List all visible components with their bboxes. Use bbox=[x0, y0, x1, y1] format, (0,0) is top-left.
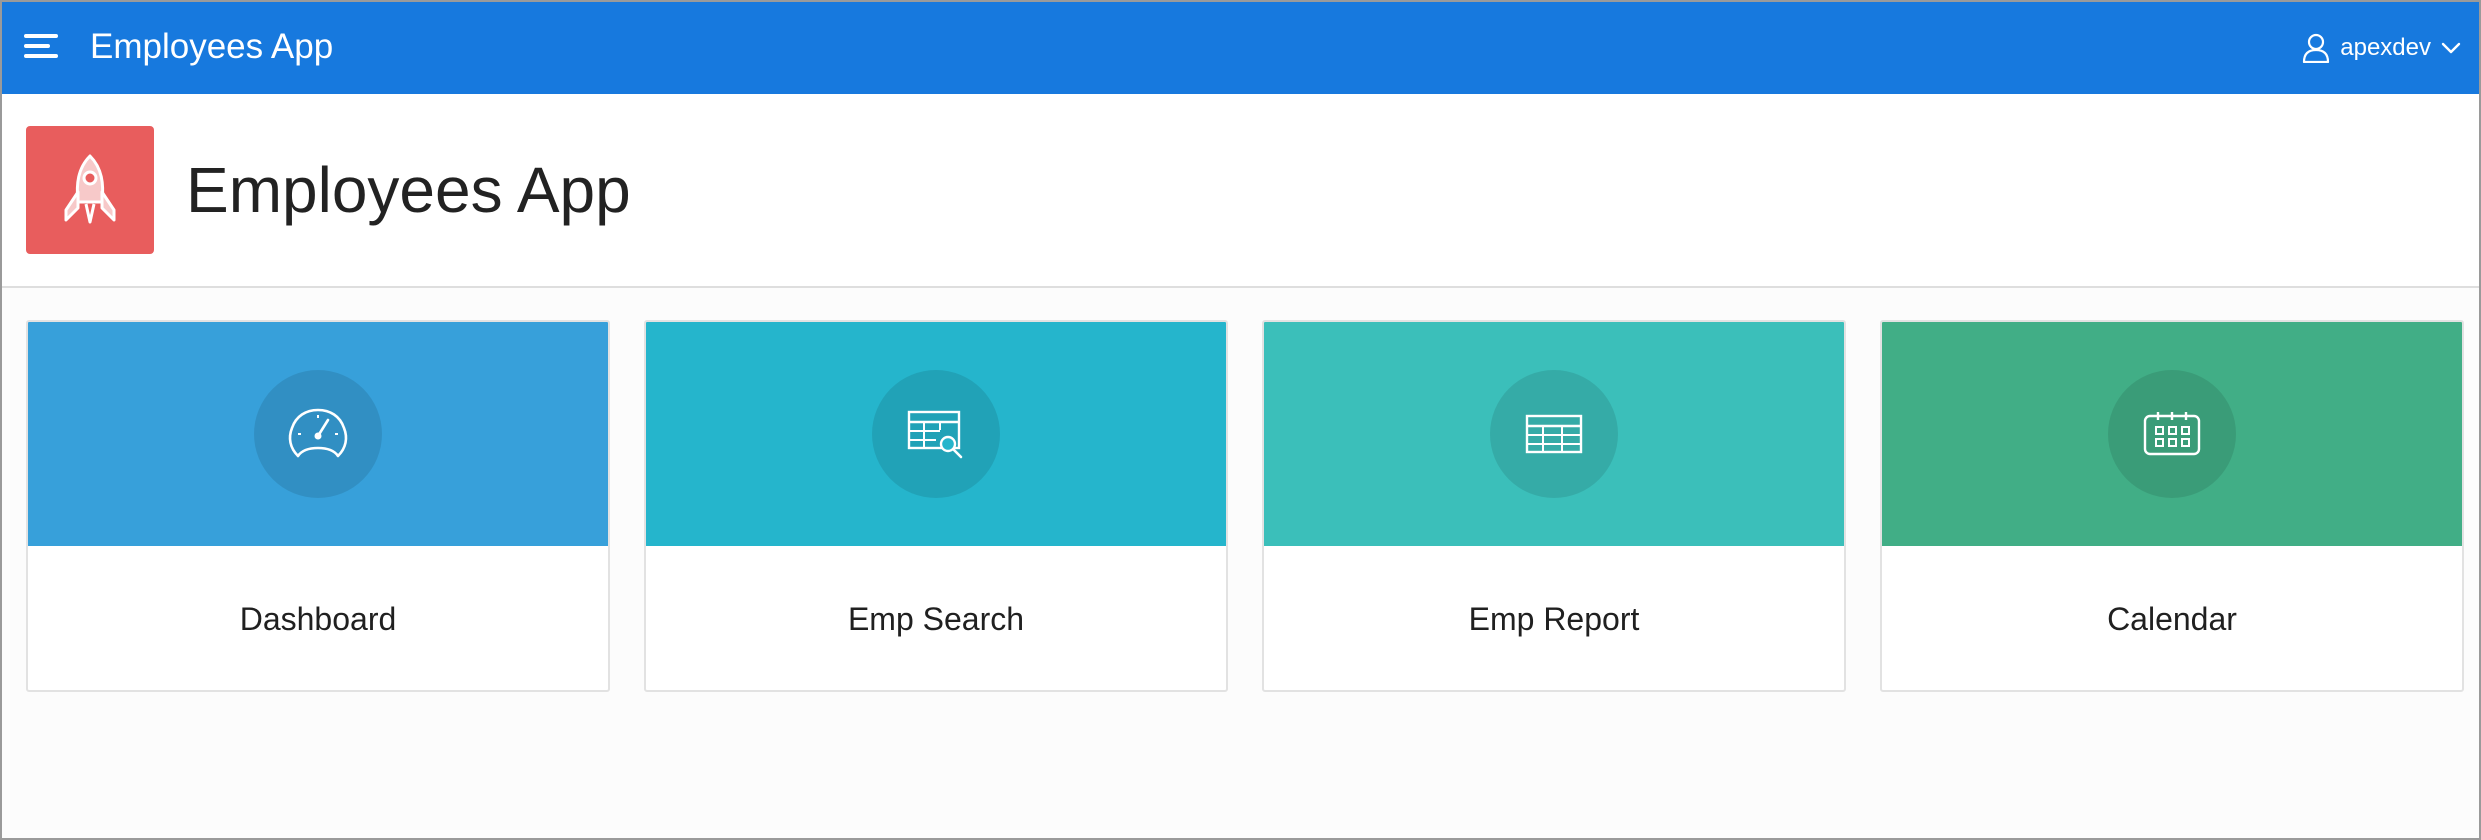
card-dashboard[interactable]: Dashboard bbox=[26, 320, 610, 692]
app-icon-tile bbox=[26, 126, 154, 254]
card-header bbox=[1264, 322, 1844, 546]
card-label: Emp Search bbox=[847, 600, 1025, 637]
card-calendar[interactable]: Calendar bbox=[1880, 320, 2464, 692]
card-icon-circle bbox=[872, 370, 1000, 498]
card-emp-search[interactable]: Emp Search bbox=[644, 320, 1228, 692]
card-emp-report[interactable]: Emp Report bbox=[1262, 320, 1846, 692]
card-header bbox=[28, 322, 608, 546]
hamburger-icon-line bbox=[24, 44, 50, 48]
hamburger-icon bbox=[24, 34, 58, 38]
hamburger-menu-button[interactable] bbox=[24, 32, 60, 62]
card-icon-circle bbox=[2108, 370, 2236, 498]
table-search-icon bbox=[907, 410, 963, 459]
chevron-down-icon bbox=[2441, 42, 2461, 54]
card-label: Calendar bbox=[2107, 600, 2237, 637]
card-icon-circle bbox=[1490, 370, 1618, 498]
dashboard-gauge-icon bbox=[288, 408, 348, 458]
calendar-icon bbox=[2143, 412, 2201, 456]
top-navigation-bar: Employees App apexdev bbox=[2, 2, 2479, 94]
table-icon bbox=[1525, 414, 1583, 454]
page-title-region: Employees App bbox=[2, 94, 2479, 288]
page-title: Employees App bbox=[186, 154, 631, 226]
card-header bbox=[646, 322, 1226, 546]
user-menu-button[interactable]: apexdev bbox=[2302, 28, 2461, 68]
user-icon bbox=[2303, 33, 2330, 63]
hamburger-icon-line bbox=[24, 54, 58, 58]
card-label: Dashboard bbox=[239, 600, 397, 637]
card-list: Dashboard Emp Search Emp Report Calendar bbox=[26, 320, 2464, 692]
user-name: apexdev bbox=[2340, 34, 2431, 61]
card-header bbox=[1882, 322, 2462, 546]
rocket-icon bbox=[64, 154, 116, 224]
card-label: Emp Report bbox=[1468, 600, 1640, 637]
card-icon-circle bbox=[254, 370, 382, 498]
app-title[interactable]: Employees App bbox=[90, 24, 333, 70]
app-window: Employees App apexdev Employees App Dash… bbox=[0, 0, 2481, 840]
